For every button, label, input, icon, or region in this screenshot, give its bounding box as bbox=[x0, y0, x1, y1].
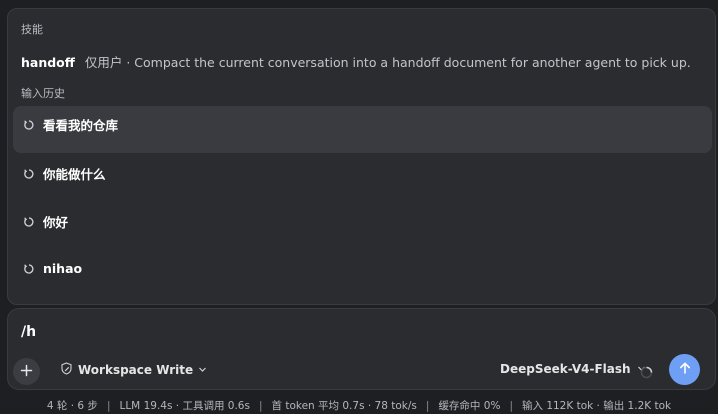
model-selector[interactable]: DeepSeek-V4-Flash bbox=[500, 362, 646, 376]
plus-icon bbox=[20, 362, 33, 381]
skill-name: handoff bbox=[21, 55, 75, 70]
history-icon bbox=[23, 216, 35, 228]
skill-description: 仅用户 · Compact the current conversation i… bbox=[84, 55, 691, 70]
shield-edit-icon bbox=[60, 362, 73, 378]
history-item-label: 看看我的仓库 bbox=[43, 118, 119, 133]
permission-mode-label: Workspace Write bbox=[78, 363, 194, 377]
history-item[interactable]: nihao bbox=[13, 252, 712, 299]
skills-section-label: 技能 bbox=[21, 23, 43, 36]
arrow-up-icon bbox=[678, 360, 692, 379]
status-turns: 4 轮 · 6 步 bbox=[46, 400, 98, 412]
history-item-label: 你能做什么 bbox=[43, 167, 106, 182]
skill-item-handoff[interactable]: handoff 仅用户 · Compact the current conver… bbox=[21, 52, 691, 71]
message-input[interactable]: /h bbox=[21, 324, 36, 340]
history-icon bbox=[23, 168, 35, 180]
status-tokens: 输入 112K tok · 输出 1.2K tok bbox=[521, 400, 672, 412]
history-item[interactable]: 你好 bbox=[13, 203, 712, 250]
chevron-down-icon bbox=[198, 363, 207, 377]
history-item[interactable]: 看看我的仓库 bbox=[13, 106, 712, 153]
history-icon bbox=[23, 119, 35, 131]
loading-spinner-icon bbox=[640, 364, 653, 379]
status-bar: 4 轮 · 6 步 | LLM 19.4s · 工具调用 0.6s | 首 token … bbox=[46, 400, 672, 412]
command-popup: 技能 handoff 仅用户 · Compact the current con… bbox=[7, 8, 716, 305]
status-first-token: 首 token 平均 0.7s · 78 tok/s bbox=[271, 400, 417, 412]
add-attachment-button[interactable] bbox=[13, 358, 40, 385]
history-section-label: 输入历史 bbox=[21, 87, 65, 100]
model-label: DeepSeek-V4-Flash bbox=[500, 362, 631, 376]
send-button[interactable] bbox=[669, 354, 700, 385]
status-timing: LLM 19.4s · 工具调用 0.6s bbox=[119, 400, 250, 412]
history-icon bbox=[23, 263, 35, 275]
history-item[interactable]: 你能做什么 bbox=[13, 155, 712, 202]
status-cache: 缓存命中 0% bbox=[438, 400, 501, 412]
history-item-label: 你好 bbox=[43, 215, 69, 230]
history-item-label: nihao bbox=[43, 261, 83, 276]
permission-mode-dropdown[interactable]: Workspace Write bbox=[60, 362, 207, 378]
composer: /h Workspace Write DeepSeek-V4-Flash bbox=[7, 308, 716, 390]
